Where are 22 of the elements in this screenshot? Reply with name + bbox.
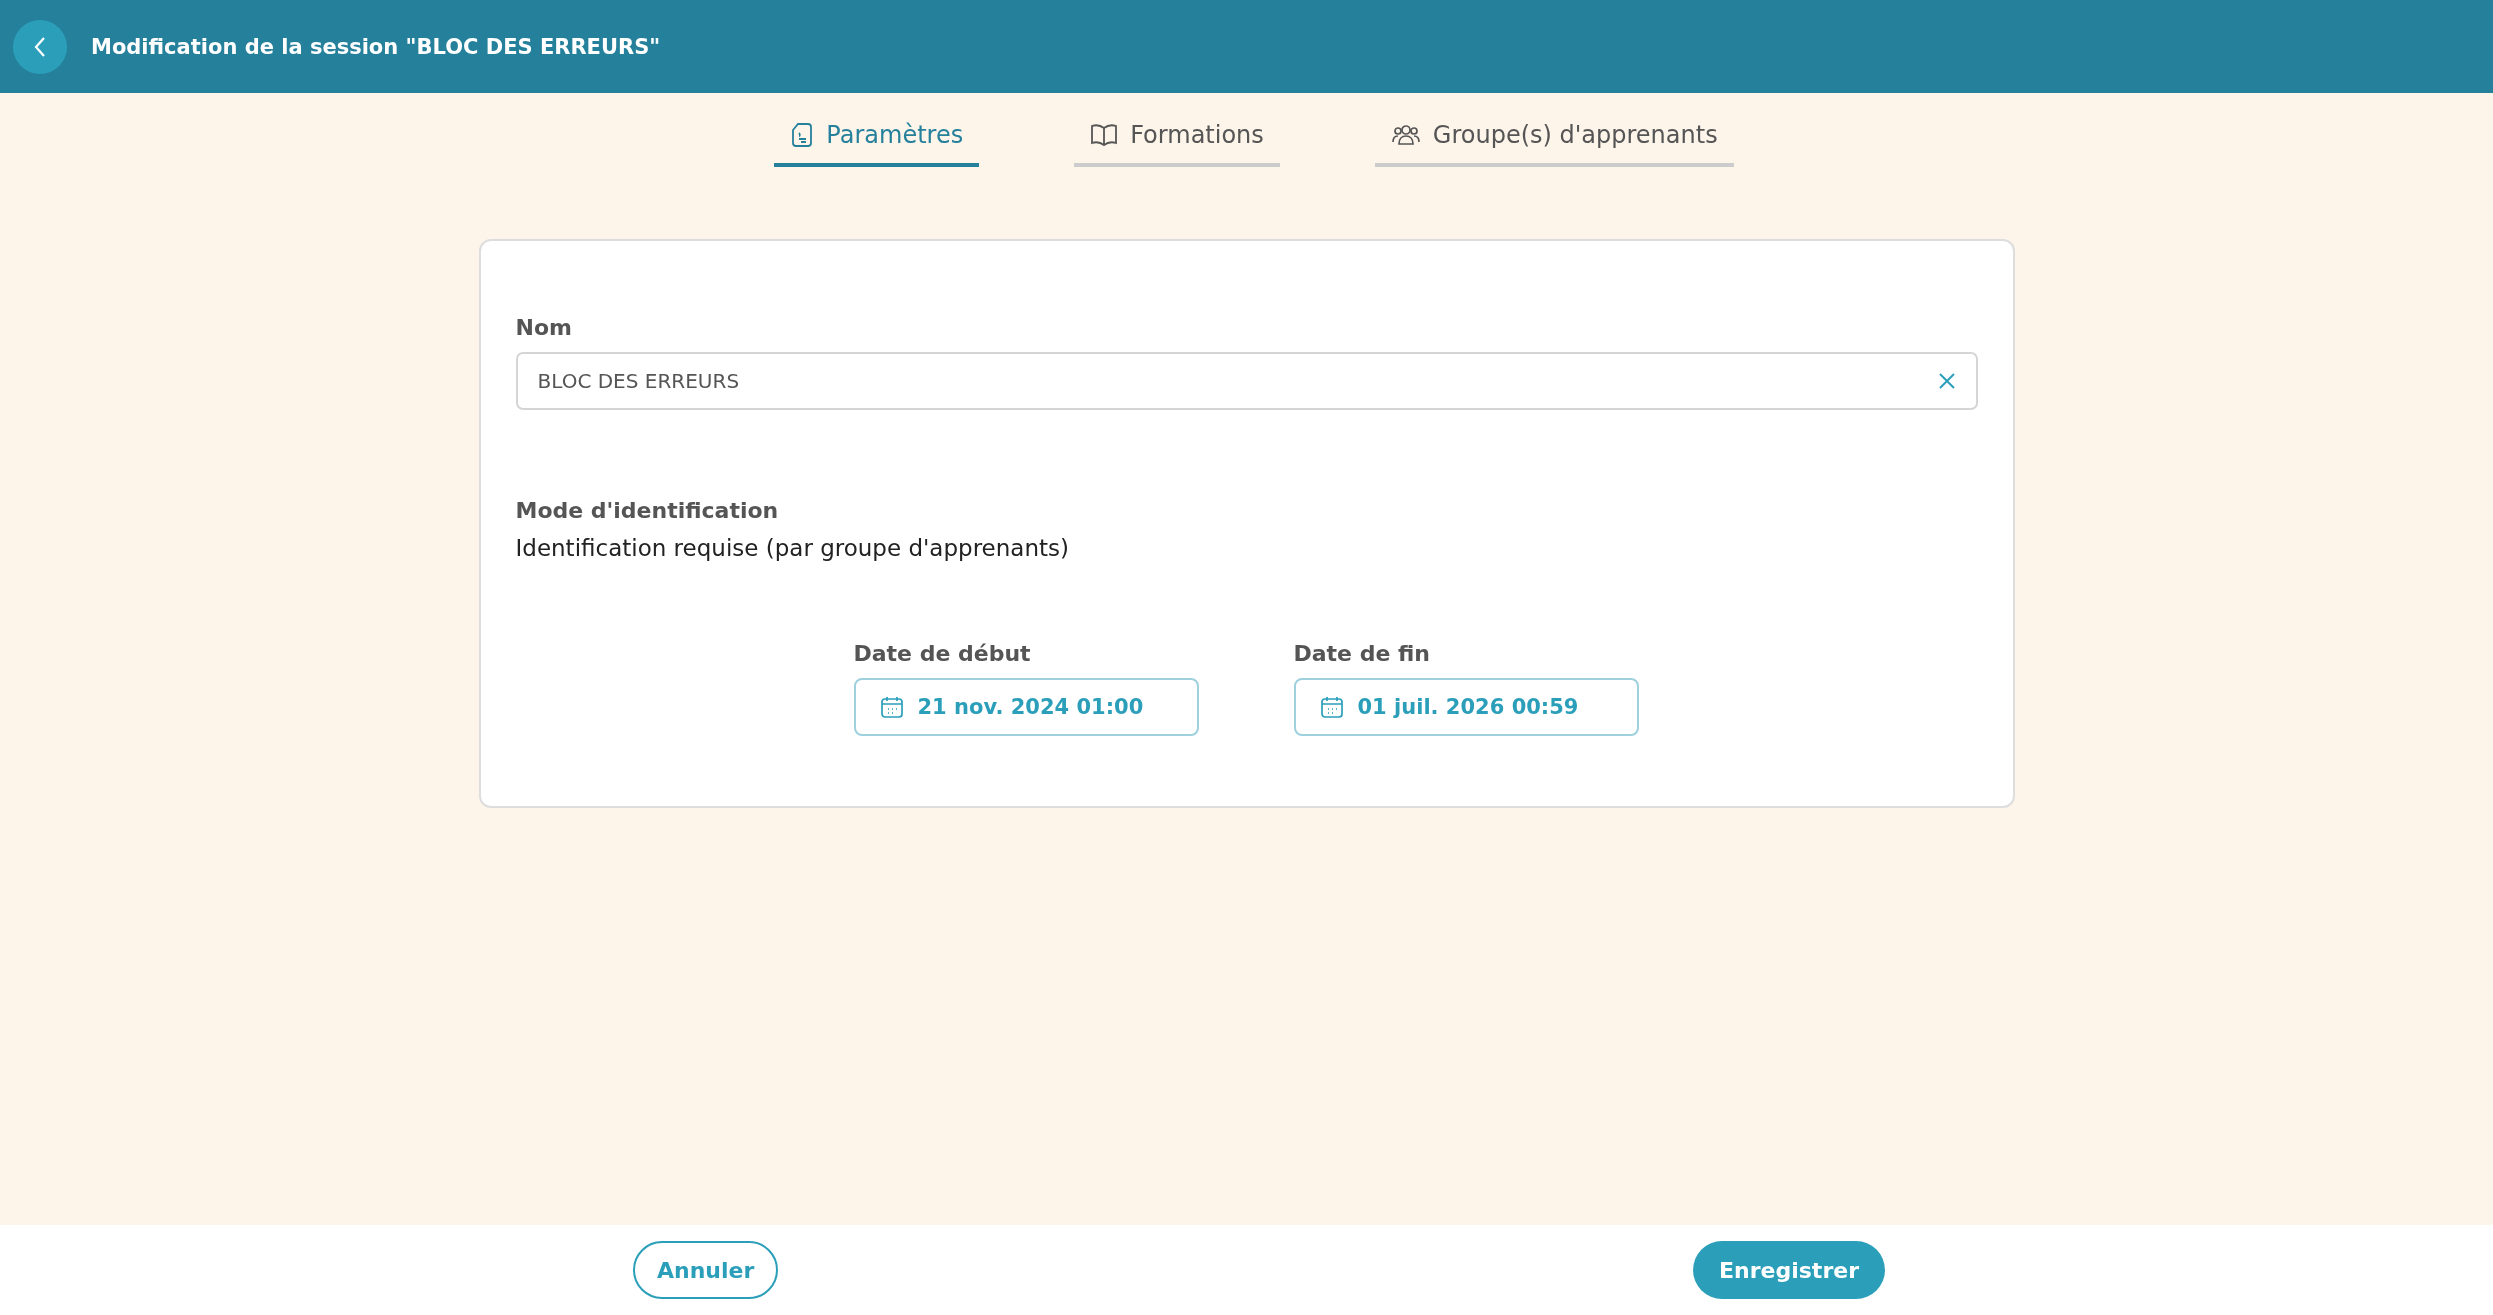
save-button[interactable]: Enregistrer xyxy=(1693,1241,1885,1299)
calendar-icon xyxy=(1319,695,1344,719)
page-title: Modification de la session "BLOC DES ERREURS" xyxy=(91,34,661,59)
people-icon xyxy=(1390,123,1421,147)
tab[interactable]: Paramètres xyxy=(774,121,980,167)
calendar-icon xyxy=(879,695,904,719)
tab[interactable]: Groupe(s) d'apprenants xyxy=(1374,121,1734,167)
cancel-button[interactable]: Annuler xyxy=(633,1241,779,1299)
field-label: Date de fin xyxy=(1293,641,1431,666)
field-label: Mode d'identification xyxy=(515,498,780,523)
date-field[interactable]: 01 juil. 2026 00:59 xyxy=(1293,678,1639,736)
name-input-field[interactable]: BLOC DES ERREURS xyxy=(515,352,1978,410)
document-icon xyxy=(790,122,815,148)
field-value: Identification requise (par groupe d'apprenants) xyxy=(515,535,1070,561)
book-icon xyxy=(1090,123,1119,147)
close-icon[interactable] xyxy=(1937,372,1956,390)
chevron-left-icon xyxy=(33,35,47,58)
date-field[interactable]: 21 nov. 2024 01:00 xyxy=(853,678,1199,736)
back-button[interactable] xyxy=(13,19,67,74)
tab[interactable]: Formations xyxy=(1074,121,1280,167)
field-label: Date de début xyxy=(853,641,1032,666)
field-label: Nom xyxy=(515,315,573,340)
